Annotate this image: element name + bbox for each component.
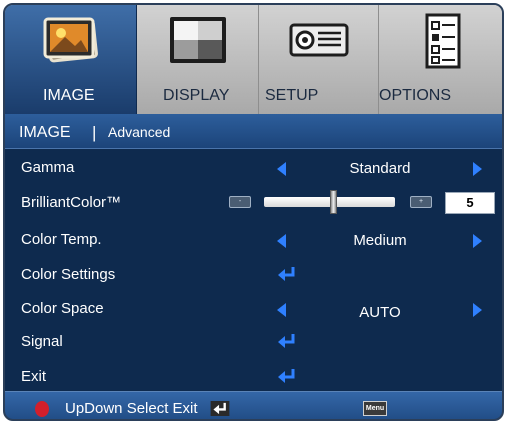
checklist-icon: [425, 13, 460, 69]
menu-row-gamma[interactable]: Gamma Standard: [5, 153, 502, 183]
osd-menu: IMAGE DISPLAY SETUP OPTIONS IMAGE | Adva…: [3, 3, 504, 421]
tab-setup[interactable]: SETUP: [259, 5, 379, 114]
breadcrumb-separator: |: [92, 123, 97, 142]
tab-setup-label: SETUP: [265, 87, 319, 104]
footer-hint-text: UpDown Select Exit: [65, 400, 198, 417]
tab-options-label: OPTIONS: [379, 87, 452, 104]
navigation-pad-icon: [35, 401, 49, 417]
tab-options[interactable]: OPTIONS: [379, 5, 502, 114]
tab-display[interactable]: DISPLAY: [137, 5, 259, 114]
signal-label: Signal: [21, 333, 63, 350]
enter-icon: [210, 401, 230, 416]
projector-icon: [289, 23, 348, 57]
right-arrow-icon[interactable]: [473, 234, 482, 248]
brilliantcolor-label: BrilliantColor™: [21, 194, 122, 211]
color-space-label: Color Space: [21, 300, 104, 317]
right-arrow-icon[interactable]: [473, 162, 482, 176]
enter-icon[interactable]: [277, 368, 297, 384]
color-temp-value: Medium: [353, 232, 407, 249]
menu-row-color-settings[interactable]: Color Settings: [5, 260, 502, 290]
menu-row-brilliantcolor[interactable]: BrilliantColor™ - + 5: [5, 188, 502, 218]
exit-label: Exit: [21, 368, 47, 385]
enter-icon[interactable]: [277, 266, 297, 282]
picture-frame-icon: [43, 17, 98, 63]
gamma-value: Standard: [349, 160, 411, 177]
breadcrumb: IMAGE | Advanced: [5, 114, 502, 149]
slider-minus-button[interactable]: -: [229, 196, 251, 208]
left-arrow-icon[interactable]: [277, 234, 286, 248]
brilliantcolor-value: 5: [445, 192, 495, 214]
brilliantcolor-slider-knob[interactable]: [330, 190, 337, 214]
gamma-label: Gamma: [21, 159, 75, 176]
display-screen-icon: [169, 17, 226, 63]
left-arrow-icon[interactable]: [277, 303, 286, 317]
menu-row-color-space[interactable]: Color Space AUTO: [5, 294, 502, 324]
tab-image-label: IMAGE: [43, 87, 95, 104]
color-space-value: AUTO: [359, 304, 401, 321]
menu-key-icon: Menu: [363, 401, 387, 416]
enter-icon[interactable]: [277, 333, 297, 349]
tab-display-label: DISPLAY: [163, 87, 230, 104]
color-temp-label: Color Temp.: [21, 231, 102, 248]
right-arrow-icon[interactable]: [473, 303, 482, 317]
footer-hint-bar: UpDown Select Exit Menu: [5, 391, 502, 419]
color-settings-label: Color Settings: [21, 266, 116, 283]
slider-plus-button[interactable]: +: [410, 196, 432, 208]
menu-row-exit[interactable]: Exit: [5, 362, 502, 392]
breadcrumb-sub: Advanced: [108, 124, 171, 140]
menu-row-signal[interactable]: Signal: [5, 327, 502, 357]
menu-row-color-temp[interactable]: Color Temp. Medium: [5, 225, 502, 255]
left-arrow-icon[interactable]: [277, 162, 286, 176]
tab-strip: IMAGE DISPLAY SETUP OPTIONS: [5, 5, 502, 114]
breadcrumb-main: IMAGE: [19, 124, 71, 141]
tab-image[interactable]: IMAGE: [5, 5, 137, 114]
